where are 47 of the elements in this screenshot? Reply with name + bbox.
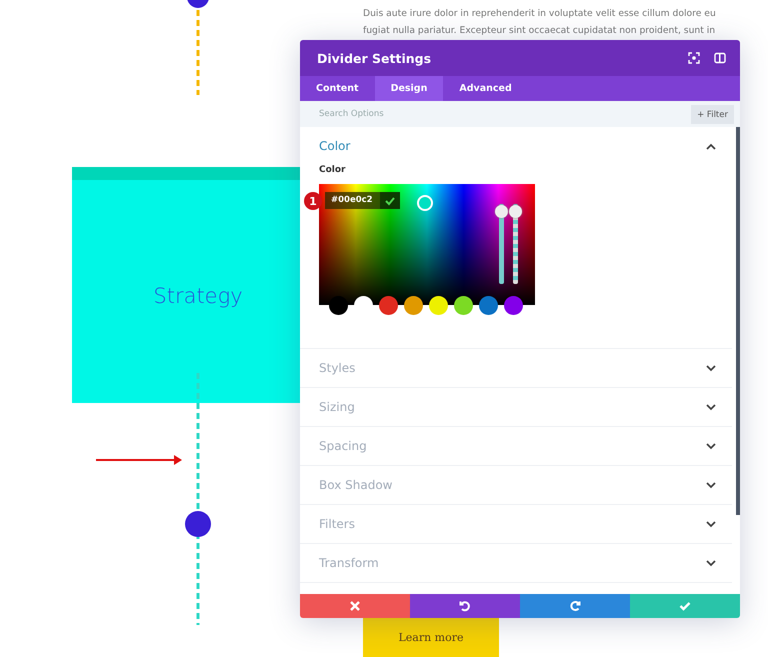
chevron-down-icon[interactable] <box>706 364 716 372</box>
color-handle[interactable] <box>416 194 434 212</box>
section-header[interactable]: Box Shadow <box>300 466 732 504</box>
redo-icon <box>569 600 581 612</box>
filter-button[interactable]: + Filter <box>691 101 740 127</box>
field-label: Color <box>319 165 346 175</box>
step-badge: 1 <box>304 192 322 210</box>
section-header[interactable]: Color <box>300 127 732 165</box>
section-header[interactable]: Sizing <box>300 388 732 426</box>
section-header[interactable]: Styles <box>300 349 732 387</box>
tab[interactable]: Design <box>374 76 444 101</box>
chevron-down-icon[interactable] <box>706 404 716 410</box>
body-text: Duis aute irure dolor in reprehenderit in voluptate velit esse cillum dolore eu <box>363 7 716 21</box>
section-header[interactable]: Transform <box>300 544 732 582</box>
check-icon[interactable] <box>380 192 400 209</box>
learn-more-button[interactable]: Learn more <box>363 618 499 657</box>
color-swatch[interactable] <box>379 296 398 315</box>
search-field[interactable]: Search Options <box>300 101 692 127</box>
color-swatch[interactable] <box>429 296 448 315</box>
fullscreen-icon[interactable] <box>688 52 700 64</box>
slider-thumb[interactable] <box>509 205 522 218</box>
check-icon <box>679 600 691 612</box>
body-text: fugiat nulla pariatur. Excepteur sint occaecat cupidatat non proident, sunt in <box>363 24 716 38</box>
undo-icon <box>459 600 471 612</box>
color-picker[interactable]: #00e0c2 <box>319 184 535 305</box>
color-swatch[interactable] <box>479 296 498 315</box>
color-swatch[interactable] <box>454 296 473 315</box>
slider-thumb[interactable] <box>495 205 508 218</box>
sidebar-toggle-icon[interactable] <box>714 52 726 64</box>
scrollbar[interactable] <box>736 127 740 515</box>
section-header[interactable]: Filters <box>300 505 732 543</box>
chevron-up-icon[interactable] <box>706 142 716 150</box>
tab[interactable]: Advanced <box>443 76 528 101</box>
chevron-down-icon[interactable] <box>706 442 716 450</box>
chevron-down-icon[interactable] <box>706 482 716 488</box>
tab[interactable]: Content <box>300 76 375 101</box>
chevron-down-icon[interactable] <box>706 520 716 528</box>
card-title: Strategy <box>153 284 243 310</box>
close-icon <box>349 600 361 612</box>
timeline-dot <box>185 511 211 537</box>
chevron-down-icon[interactable] <box>706 560 716 566</box>
section-header[interactable]: Spacing <box>300 427 732 465</box>
panel-title: Divider Settings <box>317 50 432 66</box>
arrow-icon <box>96 455 182 465</box>
color-swatch[interactable] <box>404 296 423 315</box>
color-swatch[interactable] <box>329 296 348 315</box>
color-swatch[interactable] <box>504 296 523 315</box>
